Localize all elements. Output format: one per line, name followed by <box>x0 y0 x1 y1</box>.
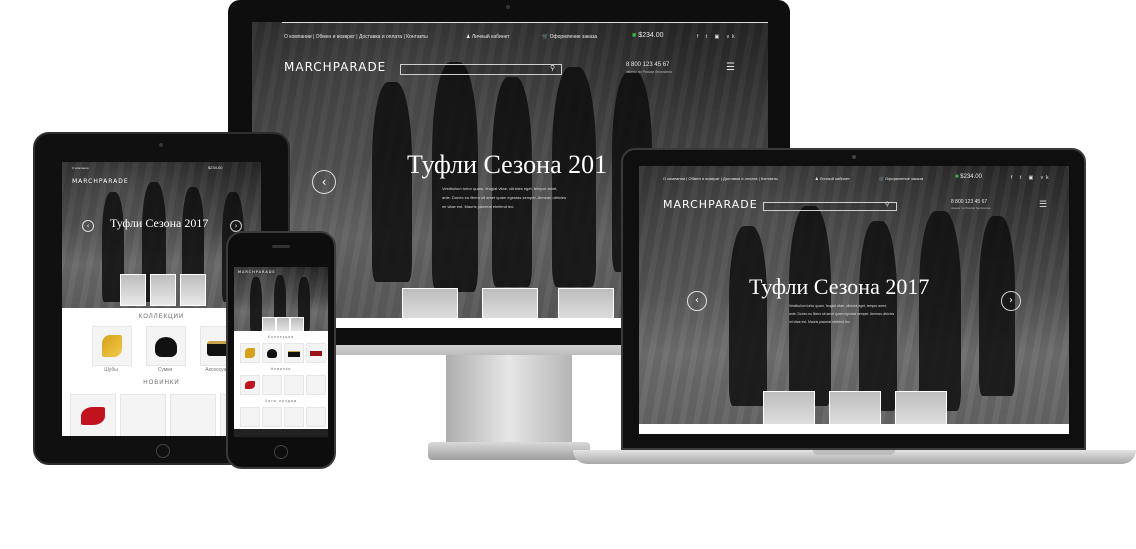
product-card[interactable] <box>284 375 304 395</box>
product-card[interactable] <box>306 375 326 395</box>
phone-number: 8 800 123 45 67 <box>951 199 988 205</box>
product-card[interactable] <box>170 394 216 436</box>
monitor-camera <box>506 5 510 9</box>
tablet-home-button[interactable] <box>156 444 170 458</box>
product-card[interactable] <box>306 407 326 427</box>
product-card[interactable] <box>284 343 304 363</box>
brand-logo[interactable]: MARCHPARADE <box>72 178 129 185</box>
cart-link[interactable]: 🛒 Оформление заказа <box>879 176 923 181</box>
search-icon[interactable]: ⚲ <box>550 64 555 72</box>
product-label: Шубы <box>104 367 118 373</box>
cart-total[interactable]: ■ $234.00 <box>955 174 982 180</box>
slider-thumb[interactable] <box>276 317 290 331</box>
nav-link-returns[interactable]: Обмен и возврат <box>316 34 355 40</box>
nav-link-about[interactable]: О компании <box>663 176 685 181</box>
product-card[interactable] <box>284 407 304 427</box>
social-icons[interactable]: f t ▣ vk <box>1011 175 1052 181</box>
search-input[interactable] <box>763 202 897 211</box>
hero-text-line-3: mi vitae est. Mauris placerat eleifend l… <box>789 320 851 324</box>
product-card[interactable] <box>240 343 260 363</box>
cart-total[interactable]: $234.00 <box>208 165 222 170</box>
nav-link-about[interactable]: О компании <box>72 166 89 170</box>
cart-total[interactable]: ■ $234.00 <box>632 32 664 39</box>
monitor-stand <box>446 355 572 445</box>
brand-logo[interactable]: MARCHPARADE <box>238 270 276 274</box>
brand-logo[interactable]: MARCHPARADE <box>284 60 386 74</box>
nav-link-returns[interactable]: Обмен и возврат <box>688 176 719 181</box>
hero-title: Туфли Сезона 2017 <box>110 216 209 230</box>
search-icon[interactable]: ⚲ <box>885 201 889 208</box>
prev-slide-button[interactable]: ‹ <box>82 220 94 232</box>
product-card[interactable] <box>262 375 282 395</box>
hero-text-line-1: Vestibulum tortor quam, feugiat vitae, u… <box>789 304 887 308</box>
account-link[interactable]: ♟ Личный кабинет <box>466 34 510 40</box>
nav-link-delivery[interactable]: Доставка и оплата <box>359 34 402 40</box>
social-icons[interactable]: f t ▣ vk <box>697 34 738 40</box>
hero-text-line-2: ante. Donec eu libero sit amet quam eges… <box>442 195 567 200</box>
laptop-notch <box>813 450 895 455</box>
phone-speaker <box>272 245 290 248</box>
menu-icon[interactable]: ☰ <box>726 62 735 73</box>
laptop-nav: О компании | Обмен и возврат | Доставка … <box>663 176 779 181</box>
hero-text-line-1: Vestibulum tortor quam, feugiat vitae, u… <box>442 186 558 191</box>
section-bestsellers: Хиты продаж <box>264 399 298 403</box>
search-input[interactable] <box>400 64 562 75</box>
monitor-base <box>428 442 590 460</box>
cart-link[interactable]: 🛒 Оформление заказа <box>542 34 597 40</box>
product-card[interactable] <box>262 343 282 363</box>
monitor-nav: О компании | Обмен и возврат | Доставка … <box>284 34 428 40</box>
laptop-device: О компании | Обмен и возврат | Доставка … <box>573 148 1136 478</box>
next-slide-button[interactable]: › <box>1001 291 1021 311</box>
hero-title: Туфли Сезона 2017 <box>749 274 930 299</box>
product-card[interactable] <box>240 375 260 395</box>
nav-link-contacts[interactable]: Контакты <box>406 34 428 40</box>
nav-link-about[interactable]: О компании <box>284 34 312 40</box>
product-card[interactable] <box>306 343 326 363</box>
nav-link-contacts[interactable]: Контакты <box>761 176 778 181</box>
account-link[interactable]: ♟ Личный кабинет <box>815 176 850 181</box>
tablet-camera <box>159 143 163 147</box>
phone-note: звонок по России бесплатно <box>626 70 673 74</box>
section-collections: Коллекции <box>267 335 295 339</box>
nav-link-delivery[interactable]: Доставка и оплата <box>723 176 758 181</box>
section-new: Новинки <box>270 367 292 371</box>
phone-device: MARCHPARADE Коллекции Новинки Хиты прода… <box>226 231 336 469</box>
product-card[interactable] <box>120 394 166 436</box>
slider-thumb[interactable] <box>290 317 304 331</box>
product-card[interactable] <box>146 326 186 366</box>
slider-thumb[interactable] <box>150 274 176 306</box>
phone-home-button[interactable] <box>274 445 288 459</box>
brand-logo[interactable]: MARCHPARADE <box>663 198 758 211</box>
phone-number: 8 800 123 45 67 <box>626 62 670 68</box>
hero-text-line-3: mi vitae est. Mauris placerat eleifend l… <box>442 204 515 209</box>
laptop-camera <box>852 155 856 159</box>
slider-thumb[interactable] <box>262 317 276 331</box>
slider-thumb[interactable] <box>120 274 146 306</box>
product-card[interactable] <box>70 394 116 436</box>
slider-thumb[interactable] <box>180 274 206 306</box>
prev-slide-button[interactable]: ‹ <box>312 170 336 194</box>
phone-hero: MARCHPARADE <box>234 267 328 331</box>
phone-footer <box>234 429 328 437</box>
phone-note: звонок по России бесплатно <box>951 206 991 210</box>
product-card[interactable] <box>92 326 132 366</box>
product-card[interactable] <box>262 407 282 427</box>
laptop-screen: О компании | Обмен и возврат | Доставка … <box>639 166 1069 434</box>
menu-icon[interactable]: ☰ <box>1039 199 1047 210</box>
product-label: Сумки <box>157 367 173 373</box>
hero-text-line-2: ante. Donec eu libero sit amet quam eges… <box>789 312 895 316</box>
phone-screen: MARCHPARADE Коллекции Новинки Хиты прода… <box>234 267 328 437</box>
product-card[interactable] <box>240 407 260 427</box>
prev-slide-button[interactable]: ‹ <box>687 291 707 311</box>
